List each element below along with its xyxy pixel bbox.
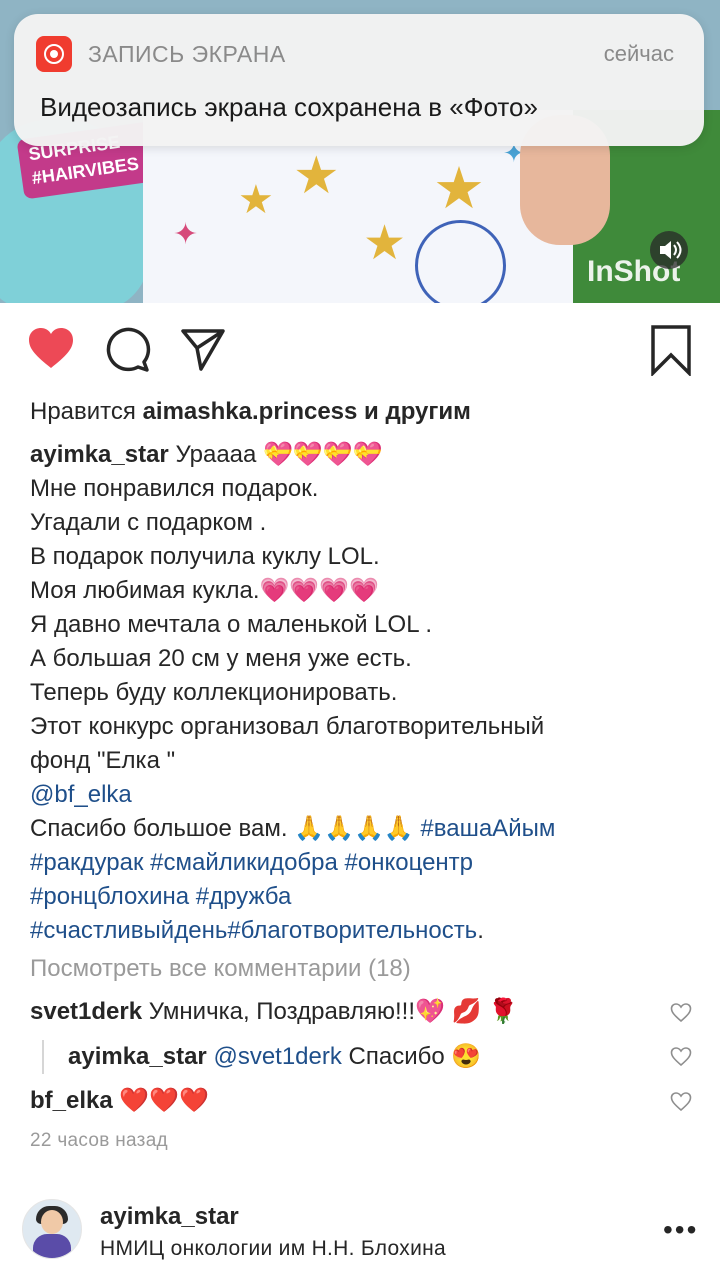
likes-line: Нравится aimashka.princess и другим: [30, 395, 471, 429]
comment-text: Спасибо 😍: [341, 1043, 482, 1070]
notification-time: сейчас: [603, 41, 674, 66]
caption-line: фонд "Елка ": [30, 747, 176, 774]
view-all-comments-link[interactable]: Посмотреть все комментарии (18): [30, 952, 411, 986]
comment-like-heart-icon[interactable]: [670, 1091, 692, 1113]
comment-like-heart-icon[interactable]: [670, 1046, 692, 1068]
notification-message: Видеозапись экрана сохранена в «Фото»: [40, 92, 538, 122]
caption-line: Спасибо большое вам. 🙏🙏🙏🙏: [30, 815, 421, 842]
caption-author-link[interactable]: ayimka_star: [30, 441, 169, 468]
star-decoration: ★: [293, 147, 340, 205]
hashtag-link[interactable]: #ракдурак #смайликидобра #онкоцентр: [30, 846, 700, 880]
post-timestamp: 22 часов назад: [30, 1130, 168, 1151]
reply-indicator: [42, 1040, 44, 1074]
star-decoration: ★: [363, 217, 407, 270]
mention-link[interactable]: @svet1derk: [207, 1043, 341, 1070]
hashtag-link[interactable]: #вашаАйым: [420, 815, 555, 842]
screen-recording-notification[interactable]: ЗАПИСЬ ЭКРАНА сейчас Видеозапись экрана …: [14, 14, 704, 146]
caption-line: Теперь буду коллекционировать.: [30, 679, 398, 706]
caption-line: А большая 20 см у меня уже есть.: [30, 645, 412, 672]
caption-line: Угадали с подарком .: [30, 509, 267, 536]
caption-end: .: [477, 917, 484, 944]
hashtag-link[interactable]: #ронцблохина #дружба: [30, 880, 700, 914]
caption-line: Этот конкурс организовал благотворительн…: [30, 713, 545, 740]
comment-icon[interactable]: [104, 326, 152, 374]
volume-button[interactable]: [650, 231, 688, 269]
likes-prefix: Нравится: [30, 398, 143, 425]
star-decoration: ★: [238, 178, 274, 222]
reply-item: ayimka_star @svet1derk Спасибо 😍: [68, 1040, 481, 1074]
comment-text: ❤️❤️❤️: [112, 1087, 210, 1114]
caption-line: Я давно мечтала о маленькой LOL .: [30, 611, 432, 638]
screen-record-icon: [36, 36, 72, 72]
comment-user-link[interactable]: ayimka_star: [68, 1043, 207, 1070]
like-heart-icon[interactable]: [26, 324, 76, 374]
comment-user-link[interactable]: svet1derk: [30, 998, 142, 1025]
likes-user-link[interactable]: aimashka.princess: [143, 398, 358, 425]
comment-item: bf_elka ❤️❤️❤️: [30, 1084, 209, 1118]
more-options-icon[interactable]: •••: [663, 1216, 698, 1244]
star-decoration: ★: [433, 156, 485, 221]
next-post-username[interactable]: ayimka_star: [100, 1203, 239, 1231]
caption-line: В подарок получила куклу LOL.: [30, 543, 380, 570]
comment-item: svet1derk Умничка, Поздравляю!!!💖 💋 🌹: [30, 995, 518, 1029]
caption-line: Мне понравился подарок.: [30, 475, 319, 502]
mention-link[interactable]: @bf_elka: [30, 778, 700, 812]
bookmark-icon[interactable]: [650, 324, 692, 376]
stamp-image: [415, 220, 506, 303]
hashtag-link[interactable]: #счастливыйдень#благотворительность: [30, 917, 477, 944]
share-icon[interactable]: [180, 326, 226, 372]
avatar[interactable]: [22, 1199, 82, 1259]
likes-others-link[interactable]: и другим: [357, 398, 471, 425]
confetti-decoration: ✦: [173, 218, 199, 251]
comment-text: Умничка, Поздравляю!!!💖 💋 🌹: [142, 998, 518, 1025]
comment-user-link[interactable]: bf_elka: [30, 1087, 113, 1114]
speaker-icon: [660, 241, 682, 259]
comment-like-heart-icon[interactable]: [670, 1002, 692, 1024]
post-caption: ayimka_star Урaааа 💝💝💝💝 Мне понравился п…: [30, 438, 700, 948]
notification-app-name: ЗАПИСЬ ЭКРАНА: [88, 41, 286, 67]
next-post-header: ayimka_star НМИЦ онкологии им Н.Н. Блохи…: [0, 1195, 720, 1280]
caption-line: Моя любимая кукла.💗💗💗💗: [30, 577, 380, 604]
caption-line: Урaааа 💝💝💝💝: [175, 441, 383, 468]
next-post-location[interactable]: НМИЦ онкологии им Н.Н. Блохина: [100, 1237, 446, 1261]
post-actions-bar: [0, 320, 720, 380]
